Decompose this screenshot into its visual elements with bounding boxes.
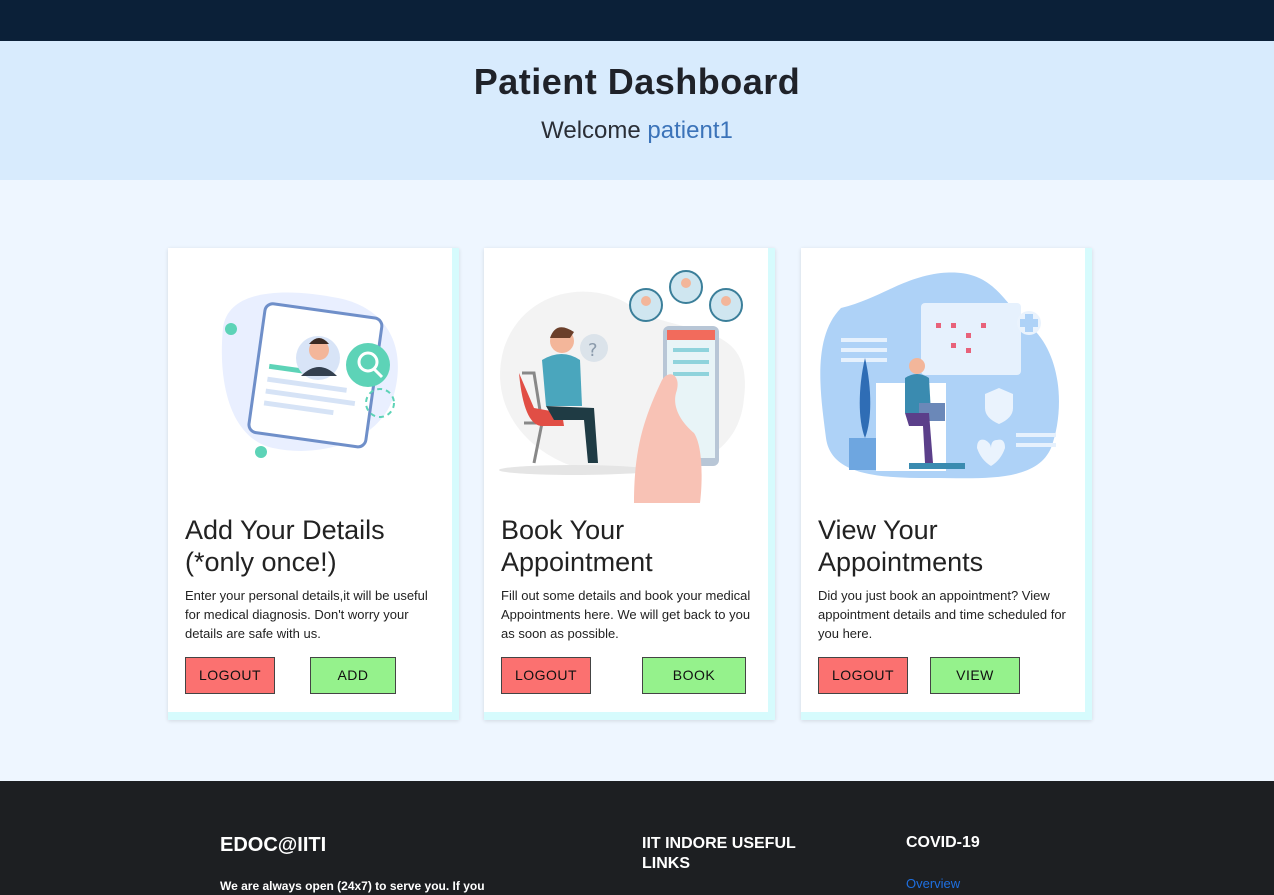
card-description: Did you just book an appointment? View a… xyxy=(818,588,1066,641)
card-description: Fill out some details and book your medi… xyxy=(501,588,751,641)
card-title: Book Your Appointment xyxy=(501,515,653,577)
add-details-card: Add Your Details (*only once!) Enter you… xyxy=(168,248,459,720)
book-button[interactable]: BOOK xyxy=(642,657,746,694)
covid-overview-link[interactable]: Overview xyxy=(906,876,960,891)
booking-illustration: ? xyxy=(499,270,745,503)
logout-button[interactable]: LOGOUT xyxy=(185,657,275,694)
top-navbar xyxy=(0,0,1274,41)
footer-links-heading: IIT INDORE USEFUL LINKS xyxy=(642,835,796,872)
book-appointment-card: ? Book Your Appointment Fill out some de… xyxy=(484,248,775,720)
welcome-message: Welcome patient1 xyxy=(0,116,1274,146)
footer-covid-heading: COVID-19 xyxy=(906,834,980,851)
page-header: Patient Dashboard Welcome patient1 xyxy=(0,41,1274,180)
view-button[interactable]: VIEW xyxy=(930,657,1020,694)
add-button[interactable]: ADD xyxy=(310,657,396,694)
page-title: Patient Dashboard xyxy=(473,61,801,102)
appointments-illustration xyxy=(820,272,1059,479)
footer-brand: EDOC@IITI xyxy=(220,834,327,856)
footer: EDOC@IITI We are always open (24x7) to s… xyxy=(0,781,1274,895)
patient-profile-illustration xyxy=(221,292,398,458)
view-appointments-card: View Your Appointments Did you just book… xyxy=(801,248,1092,720)
card-title: View Your Appointments xyxy=(818,515,984,577)
logout-button[interactable]: LOGOUT xyxy=(818,657,908,694)
footer-about-text: We are always open (24x7) to serve you. … xyxy=(220,879,485,893)
card-title: Add Your Details (*only once!) xyxy=(185,515,385,577)
dashboard-main: Add Your Details (*only once!) Enter you… xyxy=(0,180,1274,781)
welcome-prefix: Welcome xyxy=(541,117,641,144)
username: patient1 xyxy=(647,117,733,144)
card-description: Enter your personal details,it will be u… xyxy=(185,588,428,641)
svg-text:?: ? xyxy=(588,340,598,361)
logout-button[interactable]: LOGOUT xyxy=(501,657,591,694)
